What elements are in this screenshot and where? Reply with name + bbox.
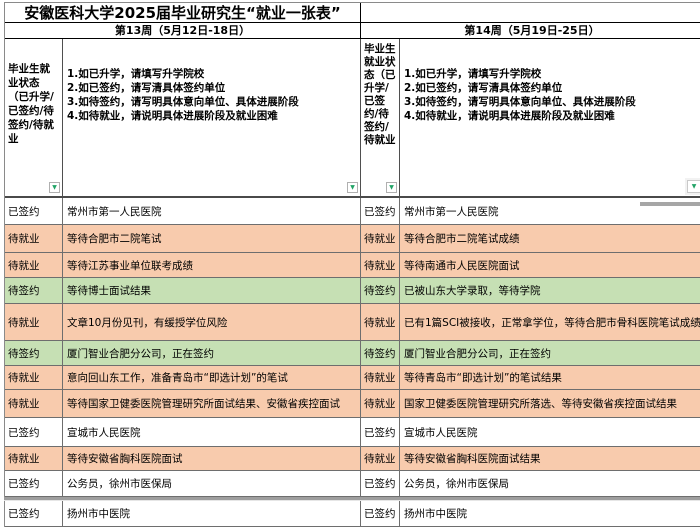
filter-arrow-icon: ▼: [350, 185, 355, 191]
status-cell-week14[interactable]: 待就业: [361, 390, 400, 418]
detail-cell-week14[interactable]: 公务员，徐州市医保局: [400, 471, 700, 497]
column-header-row: 毕业生就业状态（已升学/已签约/待签约/待就业 ▼ 1.如已升学，请填写升学院校…: [5, 39, 700, 198]
detail-cell-week14[interactable]: 等待青岛市“即选计划”的笔试结果: [400, 366, 700, 390]
detail-cell-week13[interactable]: 等待安徽省胸科医院面试: [63, 447, 361, 471]
table-row: 待就业等待国家卫健委医院管理研究所面试结果、安徽省疾控面试待就业国家卫健委医院管…: [5, 390, 700, 418]
filter-arrow-icon: ▼: [389, 185, 394, 191]
status-cell-week13[interactable]: 已签约: [5, 418, 63, 447]
table-row: 待就业文章10月份见刊，有缓授学位风险待就业已有1篇SCI被接收，正常拿学位，等…: [5, 304, 700, 341]
detail-cell-week13[interactable]: 宣城市人民医院: [63, 418, 361, 447]
table-row: 已签约常州市第一人民医院已签约常州市第一人民医院: [5, 198, 700, 225]
instruction-line: 3.如待签约，请写明具体意向单位、具体进展阶段: [67, 95, 358, 109]
instruction-line: 2.如已签约，请写清具体签约单位: [67, 81, 358, 95]
status-cell-week14[interactable]: 待就业: [361, 304, 400, 341]
status-cell-week14[interactable]: 待签约: [361, 278, 400, 304]
detail-cell-week14[interactable]: 等待合肥市二院笔试成绩: [400, 225, 700, 253]
status-cell-week14[interactable]: 已签约: [361, 418, 400, 447]
status-cell-week13[interactable]: 待就业: [5, 447, 63, 471]
title-row: 安徽医科大学2025届毕业研究生“就业一张表”: [5, 3, 700, 23]
status-cell-week13[interactable]: 已签约: [5, 198, 63, 225]
table-row: 已签约公务员，徐州市医保局已签约公务员，徐州市医保局: [5, 471, 700, 497]
status-cell-week14[interactable]: 待就业: [361, 447, 400, 471]
status-cell-week13[interactable]: 已签约: [5, 471, 63, 497]
filter-dropdown-week13-detail[interactable]: ▼: [347, 182, 358, 193]
detail-cell-week14[interactable]: 扬州市中医院: [400, 501, 700, 527]
instruction-line: 1.如已升学，请填写升学院校: [67, 67, 358, 81]
status-header-week14-cell[interactable]: 毕业生就业状态（已升学/已签约/待签约/待就业 ▼: [361, 39, 400, 198]
detail-cell-week13[interactable]: 常州市第一人民医院: [63, 198, 361, 225]
detail-cell-week14[interactable]: 等待南通市人民医院面试: [400, 253, 700, 278]
filter-dropdown-week14-detail[interactable]: ▼: [687, 180, 700, 193]
detail-cell-week14[interactable]: 厦门智业合肥分公司，正在签约: [400, 341, 700, 366]
pane-split-fragment: [640, 202, 700, 206]
status-cell-week13[interactable]: 待就业: [5, 304, 63, 341]
status-header-week13-label: 毕业生就业状态（已升学/已签约/待签约/待就业: [8, 63, 54, 145]
detail-cell-week13[interactable]: 等待博士面试结果: [63, 278, 361, 304]
status-cell-week14[interactable]: 待就业: [361, 253, 400, 278]
status-cell-week13[interactable]: 待就业: [5, 366, 63, 390]
detail-cell-week14[interactable]: 已有1篇SCI被接收，正常拿学位，等待合肥市骨科医院笔试成绩: [400, 304, 700, 341]
detail-cell-week13[interactable]: 公务员，徐州市医保局: [63, 471, 361, 497]
detail-cell-week13[interactable]: 等待国家卫健委医院管理研究所面试结果、安徽省疾控面试: [63, 390, 361, 418]
instruction-line: 4.如待就业，请说明具体进展阶段及就业困难: [404, 109, 700, 123]
status-cell-week14[interactable]: 待就业: [361, 225, 400, 253]
filter-dropdown-week13-status[interactable]: ▼: [49, 182, 60, 193]
filter-arrow-icon: ▼: [692, 184, 697, 190]
table-row: 待签约等待博士面试结果待签约已被山东大学录取，等待学院: [5, 278, 700, 304]
detail-cell-week14[interactable]: 宣城市人民医院: [400, 418, 700, 447]
status-cell-week14[interactable]: 待就业: [361, 366, 400, 390]
instruction-line: 1.如已升学，请填写升学院校: [404, 67, 700, 81]
detail-cell-week13[interactable]: 扬州市中医院: [63, 501, 361, 527]
detail-cell-week13[interactable]: 意向回山东工作，准备青岛市“即选计划”的笔试: [63, 366, 361, 390]
detail-cell-week13[interactable]: 等待合肥市二院笔试: [63, 225, 361, 253]
status-cell-week13[interactable]: 待签约: [5, 341, 63, 366]
status-cell-week13[interactable]: 待就业: [5, 390, 63, 418]
status-cell-week13[interactable]: 待就业: [5, 253, 63, 278]
status-header-week13-cell[interactable]: 毕业生就业状态（已升学/已签约/待签约/待就业 ▼: [5, 39, 63, 198]
table-row: 待签约厦门智业合肥分公司，正在签约待签约厦门智业合肥分公司，正在签约: [5, 341, 700, 366]
detail-cell-week14[interactable]: 已被山东大学录取，等待学院: [400, 278, 700, 304]
spreadsheet: 安徽医科大学2025届毕业研究生“就业一张表” 第13周（5月12日-18日） …: [4, 2, 700, 527]
week14-header-cell[interactable]: 第14周（5月19日-25日）: [361, 23, 700, 39]
detail-cell-week13[interactable]: 厦门智业合肥分公司，正在签约: [63, 341, 361, 366]
status-cell-week13[interactable]: 待签约: [5, 278, 63, 304]
instruction-line: 4.如待就业，请说明具体进展阶段及就业困难: [67, 109, 358, 123]
status-cell-week14[interactable]: 待签约: [361, 341, 400, 366]
table-row: 已签约宣城市人民医院已签约宣城市人民医院: [5, 418, 700, 447]
detail-cell-week13[interactable]: 文章10月份见刊，有缓授学位风险: [63, 304, 361, 341]
week13-header-cell[interactable]: 第13周（5月12日-18日）: [5, 23, 361, 39]
table-row: 已签约扬州市中医院已签约扬州市中医院: [5, 501, 700, 527]
title-row-empty[interactable]: [361, 3, 700, 23]
detail-cell-week13[interactable]: 等待江苏事业单位联考成绩: [63, 253, 361, 278]
table-row: 待就业意向回山东工作，准备青岛市“即选计划”的笔试待就业等待青岛市“即选计划”的…: [5, 366, 700, 390]
status-cell-week14[interactable]: 已签约: [361, 198, 400, 225]
data-rows: 已签约常州市第一人民医院已签约常州市第一人民医院待就业等待合肥市二院笔试待就业等…: [5, 198, 700, 527]
sheet-title[interactable]: 安徽医科大学2025届毕业研究生“就业一张表”: [5, 3, 361, 23]
detail-cell-week14[interactable]: 等待安徽省胸科医院面试结果: [400, 447, 700, 471]
instruction-line: 2.如已签约，请写清具体签约单位: [404, 81, 700, 95]
table-row: 待就业等待江苏事业单位联考成绩待就业等待南通市人民医院面试: [5, 253, 700, 278]
table-row: 待就业等待合肥市二院笔试待就业等待合肥市二院笔试成绩: [5, 225, 700, 253]
status-cell-week14[interactable]: 已签约: [361, 471, 400, 497]
status-cell-week13[interactable]: 待就业: [5, 225, 63, 253]
instructions-week13-cell[interactable]: 1.如已升学，请填写升学院校 2.如已签约，请写清具体签约单位 3.如待签约，请…: [63, 39, 361, 198]
instructions-week14-cell[interactable]: 1.如已升学，请填写升学院校 2.如已签约，请写清具体签约单位 3.如待签约，请…: [400, 39, 700, 198]
week-header-row: 第13周（5月12日-18日） 第14周（5月19日-25日）: [5, 23, 700, 39]
status-cell-week14[interactable]: 已签约: [361, 501, 400, 527]
table-row: 待就业等待安徽省胸科医院面试待就业等待安徽省胸科医院面试结果: [5, 447, 700, 471]
filter-dropdown-week14-status[interactable]: ▼: [386, 182, 397, 193]
status-header-week14-label: 毕业生就业状态（已升学/已签约/待签约/待就业: [364, 43, 396, 146]
detail-cell-week14[interactable]: 国家卫健委医院管理研究所落选、等待安徽省疾控面试结果: [400, 390, 700, 418]
instruction-line: 3.如待签约，请写明具体意向单位、具体进展阶段: [404, 95, 700, 109]
status-cell-week13[interactable]: 已签约: [5, 501, 63, 527]
filter-arrow-icon: ▼: [52, 185, 57, 191]
